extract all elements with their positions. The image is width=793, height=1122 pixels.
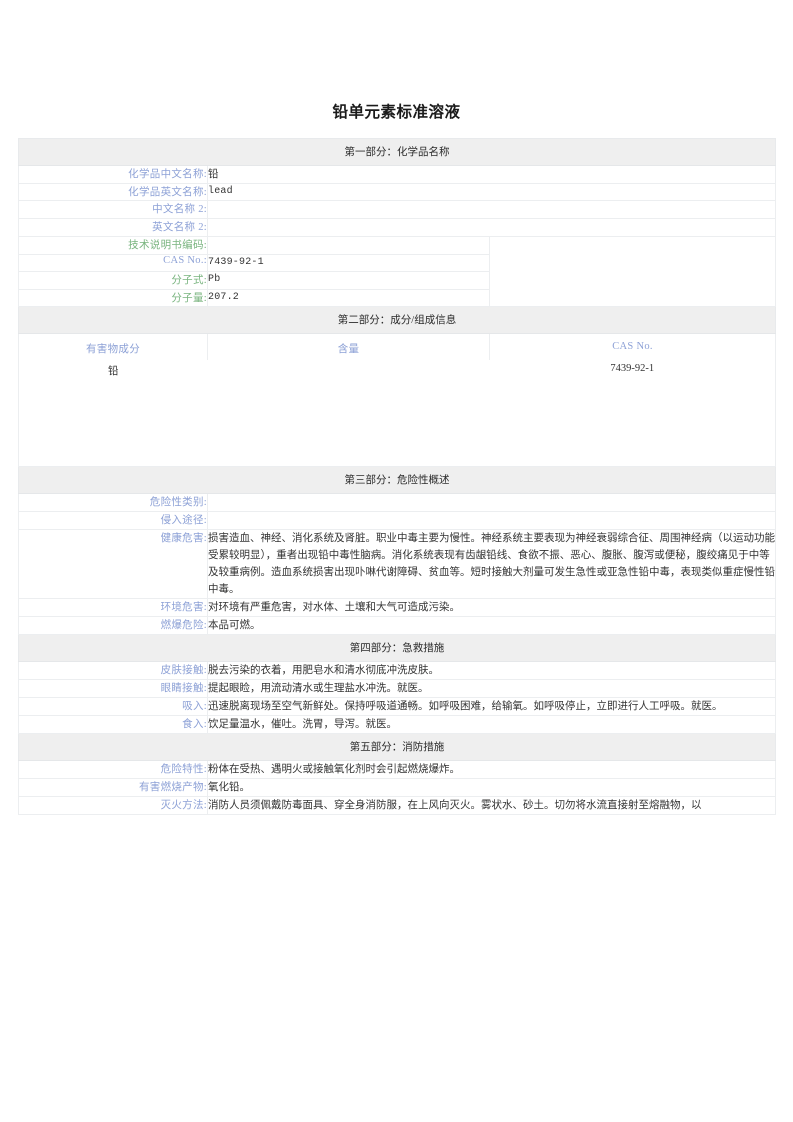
field-value-chinese-name-2	[207, 200, 776, 220]
field-value-health-hazard: 损害造血、神经、消化系统及肾脏。职业中毒主要为慢性。神经系统主要表现为神经衰弱综…	[207, 528, 776, 599]
composition-filler-b	[207, 381, 490, 467]
table-row: 化学品英文名称: lead	[18, 182, 776, 202]
table-row: 皮肤接触: 脱去污染的衣着，用肥皂水和清水彻底冲洗皮肤。	[18, 660, 776, 680]
field-value-hazard-category	[207, 492, 776, 512]
field-label-english-name: 化学品英文名称:	[18, 182, 208, 202]
field-value-tech-doc-code	[207, 236, 490, 256]
section-header-3-label: 第三部分：危险性概述	[18, 465, 776, 494]
table-row: 危险特性: 粉体在受热、遇明火或接触氧化剂时会引起燃烧爆炸。	[18, 759, 776, 779]
section-header-5: 第五部分：消防措施	[18, 732, 776, 761]
table-row: 吸入: 迅速脱离现场至空气新鲜处。保持呼吸道通畅。如呼吸困难，给输氧。如呼吸停止…	[18, 696, 776, 716]
table-row: 危险性类别:	[18, 492, 776, 512]
msds-table-body: 第一部分：化学品名称 化学品中文名称: 铅 化学品英文名称: lead 中文名称…	[18, 138, 776, 815]
composition-filler	[18, 381, 776, 467]
field-value-chinese-name: 铅	[207, 165, 776, 184]
field-value-route-of-entry	[207, 510, 776, 530]
composition-cas: 7439-92-1	[489, 359, 776, 382]
composition-row: 铅 7439-92-1	[18, 359, 776, 382]
field-value-cas-no: 7439-92-1	[207, 254, 490, 273]
table-row: 环境危害: 对环境有严重危害，对水体、土壤和大气可造成污染。	[18, 597, 776, 617]
field-value-eye-contact: 提起眼睑，用流动清水或生理盐水冲洗。就医。	[207, 678, 776, 698]
column-header-cas: CAS No.	[489, 332, 776, 360]
field-label-skin-contact: 皮肤接触:	[18, 660, 208, 680]
field-label-tech-doc-code: 技术说明书编码:	[18, 236, 208, 256]
field-label-inhalation: 吸入:	[18, 696, 208, 716]
column-header-content: 含量	[207, 332, 490, 360]
composition-filler-c	[489, 381, 776, 467]
msds-table: 第一部分：化学品名称 化学品中文名称: 铅 化学品英文名称: lead 中文名称…	[18, 138, 776, 815]
field-label-ingestion: 食入:	[18, 714, 208, 734]
field-label-health-hazard: 健康危害:	[18, 528, 208, 599]
section-header-5-label: 第五部分：消防措施	[18, 732, 776, 761]
composition-header-row: 有害物成分 含量 CAS No.	[18, 332, 776, 360]
composition-component: 铅	[18, 359, 208, 382]
field-label-cas-no: CAS No.:	[18, 254, 208, 273]
table-row: 侵入途径:	[18, 510, 776, 530]
field-value-combustion-products: 氧化铅。	[207, 777, 776, 797]
table-row: 技术说明书编码:	[18, 236, 776, 307]
field-label-chinese-name-2: 中文名称 2:	[18, 200, 208, 220]
composition-filler-a	[18, 381, 208, 467]
field-label-explosion-hazard: 燃爆危险:	[18, 615, 208, 635]
field-value-ingestion: 饮足量温水，催吐。洗胃，导泻。就医。	[207, 714, 776, 734]
field-value-hazardous-characteristics: 粉体在受热、遇明火或接触氧化剂时会引起燃烧爆炸。	[207, 759, 776, 779]
msds-page: 铅单元素标准溶液 第一部分：化学品名称 化学品中文名称: 铅 化学品英文名称: …	[0, 0, 793, 1122]
table-row: 健康危害: 损害造血、神经、消化系统及肾脏。职业中毒主要为慢性。神经系统主要表现…	[18, 528, 776, 599]
field-label-hazardous-characteristics: 危险特性:	[18, 759, 208, 779]
field-label-route-of-entry: 侵入途径:	[18, 510, 208, 530]
table-row: 化学品中文名称: 铅	[18, 165, 776, 184]
section-header-4: 第四部分：急救措施	[18, 633, 776, 662]
section-1-right-pane	[489, 236, 776, 307]
table-row: 燃爆危险: 本品可燃。	[18, 615, 776, 635]
field-value-skin-contact: 脱去污染的衣着，用肥皂水和清水彻底冲洗皮肤。	[207, 660, 776, 680]
page-title: 铅单元素标准溶液	[332, 103, 461, 121]
table-row: 眼睛接触: 提起眼睑，用流动清水或生理盐水冲洗。就医。	[18, 678, 776, 698]
field-value-molecular-weight: 207.2	[207, 288, 490, 307]
section-header-1: 第一部分：化学品名称	[18, 138, 776, 166]
section-header-3: 第三部分：危险性概述	[18, 465, 776, 494]
field-label-combustion-products: 有害燃烧产物:	[18, 777, 208, 797]
table-row: 食入: 饮足量温水，催吐。洗胃，导泻。就医。	[18, 714, 776, 734]
field-label-chinese-name: 化学品中文名称:	[18, 165, 208, 184]
field-label-hazard-category: 危险性类别:	[18, 492, 208, 512]
composition-content	[208, 360, 490, 382]
section-header-4-label: 第四部分：急救措施	[18, 633, 776, 662]
field-label-molecular-weight: 分子量:	[18, 288, 208, 307]
field-label-environmental-hazard: 环境危害:	[18, 597, 208, 617]
field-value-extinguishing-method: 消防人员须佩戴防毒面具、穿全身消防服，在上风向灭火。雾状水、砂土。切勿将水流直接…	[207, 795, 776, 815]
section-header-2: 第二部分：成分/组成信息	[18, 305, 776, 334]
table-row: 灭火方法: 消防人员须佩戴防毒面具、穿全身消防服，在上风向灭火。雾状水、砂土。切…	[18, 795, 776, 815]
section-header-2-label: 第二部分：成分/组成信息	[18, 305, 776, 334]
column-header-component: 有害物成分	[18, 332, 208, 360]
table-row: 中文名称 2:	[18, 200, 776, 220]
field-label-eye-contact: 眼睛接触:	[18, 678, 208, 698]
field-label-molecular-formula: 分子式:	[18, 271, 208, 290]
field-value-explosion-hazard: 本品可燃。	[207, 615, 776, 635]
field-value-english-name-2	[207, 218, 776, 238]
table-row: 英文名称 2:	[18, 218, 776, 238]
field-value-english-name: lead	[207, 182, 776, 202]
table-row: 有害燃烧产物: 氧化铅。	[18, 777, 776, 797]
field-value-environmental-hazard: 对环境有严重危害，对水体、土壤和大气可造成污染。	[207, 597, 776, 617]
field-label-extinguishing-method: 灭火方法:	[18, 795, 208, 815]
section-header-1-label: 第一部分：化学品名称	[18, 138, 776, 166]
field-label-english-name-2: 英文名称 2:	[18, 218, 208, 238]
field-value-inhalation: 迅速脱离现场至空气新鲜处。保持呼吸道通畅。如呼吸困难，给输氧。如呼吸停止，立即进…	[207, 696, 776, 716]
field-value-molecular-formula: Pb	[207, 271, 490, 290]
